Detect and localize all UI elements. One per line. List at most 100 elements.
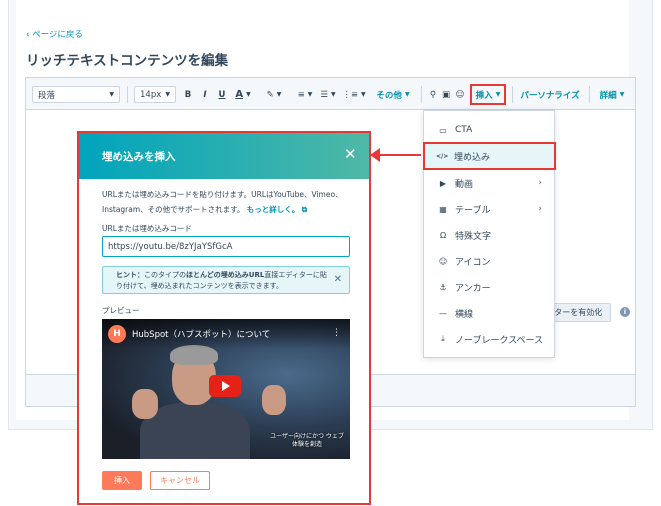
speaker-hand: [262, 385, 286, 415]
chevron-down-icon: ▼: [619, 91, 625, 98]
back-to-page-link[interactable]: ‹ ページに戻る: [26, 28, 83, 40]
chevron-down-icon: ▼: [307, 91, 313, 98]
highlight-button[interactable]: ✎ ▼: [263, 86, 285, 103]
menu-item-horizontal-rule[interactable]: — 横線: [424, 300, 554, 326]
modal-header: 埋め込みを挿入 ✕: [79, 133, 369, 179]
chevron-down-icon: ▼: [165, 91, 170, 98]
modal-title: 埋め込みを挿入: [102, 151, 176, 163]
chevron-down-icon: ▼: [246, 91, 251, 98]
table-icon: ▦: [439, 204, 447, 214]
info-icon[interactable]: i: [620, 307, 630, 317]
embed-icon: </>: [436, 152, 449, 160]
horizontal-rule-icon: —: [439, 308, 447, 318]
menu-item-icon[interactable]: ☺ アイコン: [424, 248, 554, 274]
video-subtitle: ユーザー向けにかつ ウェブ体験を創造: [270, 433, 344, 448]
toolbar-divider: [421, 86, 422, 103]
nbsp-icon: ⤓: [441, 334, 445, 343]
cancel-button[interactable]: キャンセル: [150, 471, 210, 490]
bullet-list-icon: ☰: [320, 89, 328, 100]
font-size-value: 14px: [140, 89, 162, 100]
insert-menu-button[interactable]: 挿入 ▼: [470, 84, 506, 105]
details-label: 詳細: [599, 90, 617, 101]
preview-label: プレビュー: [102, 306, 140, 315]
bullet-list-button[interactable]: ☰ ▼: [317, 86, 339, 103]
emoji-icon: ☺: [438, 256, 448, 266]
chevron-down-icon: ▼: [495, 91, 501, 98]
italic-button[interactable]: I: [198, 86, 212, 103]
page-title: リッチテキストコンテンツを編集: [26, 53, 229, 69]
text-color-button[interactable]: A ▼: [232, 86, 254, 103]
highlight-pen-icon: ✎: [266, 89, 274, 100]
hubspot-logo-icon: H: [108, 325, 126, 343]
hint-text: ヒント：このタイプのほとんどの埋め込みURL直接エディターに貼り付けて、埋め込ま…: [116, 270, 328, 292]
video-preview[interactable]: H HubSpot（ハブスポット）について ⋮ ユーザー向けにかつ ウェブ体験を…: [102, 319, 350, 459]
more-label: その他: [376, 90, 402, 101]
hint-prefix: ヒント：: [116, 271, 144, 279]
underline-button[interactable]: U: [215, 86, 229, 103]
insert-embed-modal: 埋め込みを挿入 ✕ URLまたは埋め込みコードを貼り付けます。URLはYouTu…: [77, 131, 371, 505]
chevron-right-icon: ›: [538, 204, 542, 214]
learn-more-link[interactable]: もっと詳しく。: [247, 205, 300, 214]
menu-item-label: 埋め込み: [454, 152, 491, 163]
paragraph-style-value: 段落: [38, 90, 56, 101]
url-field-label: URLまたは埋め込みコード: [102, 224, 192, 233]
personalize-button[interactable]: パーソナライズ: [518, 86, 582, 103]
chevron-down-icon: ▼: [361, 91, 366, 98]
callout-arrow-head: [370, 148, 380, 162]
video-icon: ▶: [439, 178, 447, 188]
paragraph-style-select[interactable]: 段落 ▼: [32, 86, 120, 103]
kebab-menu-icon[interactable]: ⋮: [332, 328, 341, 338]
link-icon[interactable]: ⚲: [427, 86, 439, 103]
chevron-down-icon: ▼: [109, 91, 114, 98]
callout-arrow-line: [378, 154, 421, 156]
menu-item-label: 動画: [455, 179, 474, 190]
menu-item-video[interactable]: ▶ 動画 ›: [424, 170, 554, 196]
hint-bold: ほとんどの埋め込みURL: [186, 271, 265, 279]
chevron-right-icon: ›: [538, 178, 542, 188]
anchor-icon: ⚓: [439, 282, 447, 292]
chevron-down-icon: ▼: [331, 91, 336, 98]
emoji-icon[interactable]: ☺: [454, 86, 466, 103]
image-icon[interactable]: ▣: [440, 86, 452, 103]
play-icon[interactable]: [209, 375, 241, 397]
toolbar-divider: [512, 86, 513, 103]
numbered-list-button[interactable]: ⋮≡ ▼: [342, 86, 366, 103]
menu-item-label: CTA: [455, 125, 473, 135]
close-icon[interactable]: ✕: [344, 145, 357, 163]
menu-item-cta[interactable]: ▭ CTA: [424, 117, 554, 143]
menu-item-label: 特殊文字: [455, 231, 492, 242]
font-size-select[interactable]: 14px ▼: [134, 86, 176, 103]
modal-description: URLまたは埋め込みコードを貼り付けます。URLはYouTube、Vimeo、I…: [102, 187, 352, 217]
menu-item-label: ノーブレークスペース: [455, 335, 544, 346]
align-button[interactable]: ≡ ▼: [294, 86, 316, 103]
menu-item-non-breaking-space[interactable]: ⤓ ノーブレークスペース: [424, 326, 554, 352]
menu-item-table[interactable]: ▦ テーブル ›: [424, 196, 554, 222]
url-embed-input[interactable]: https://youtu.be/8zYJaYSfGcA: [102, 236, 350, 257]
editor-toolbar: 段落 ▼ 14px ▼ B I U A ▼ ✎ ▼ ≡ ▼ ☰ ▼ ⋮≡ ▼ そ…: [26, 78, 635, 110]
omega-icon: Ω: [439, 230, 447, 240]
menu-item-label: 横線: [455, 309, 474, 320]
cta-icon: ▭: [439, 125, 447, 135]
chevron-down-icon: ▼: [404, 91, 410, 98]
menu-item-special-characters[interactable]: Ω 特殊文字: [424, 222, 554, 248]
numbered-list-icon: ⋮≡: [342, 89, 358, 100]
details-menu-button[interactable]: 詳細 ▼: [595, 86, 629, 103]
insert-label: 挿入: [475, 90, 493, 101]
insert-button[interactable]: 挿入: [102, 471, 142, 490]
bold-button[interactable]: B: [181, 86, 195, 103]
menu-item-anchor[interactable]: ⚓ アンカー: [424, 274, 554, 300]
menu-item-label: テーブル: [455, 205, 491, 216]
align-icon: ≡: [297, 89, 305, 100]
menu-item-label: アンカー: [455, 283, 491, 294]
hint-middle: このタイプの: [144, 271, 186, 279]
video-title[interactable]: HubSpot（ハブスポット）について: [132, 328, 270, 340]
menu-item-embed-highlighted[interactable]: </> 埋め込み: [423, 143, 553, 169]
toolbar-divider: [127, 86, 128, 103]
chevron-down-icon: ▼: [276, 91, 282, 98]
hint-banner: ヒント：このタイプのほとんどの埋め込みURL直接エディターに貼り付けて、埋め込ま…: [102, 266, 350, 294]
menu-item-label: アイコン: [455, 257, 491, 268]
more-menu-button[interactable]: その他 ▼: [370, 86, 416, 103]
close-icon[interactable]: ✕: [334, 274, 342, 285]
external-link-icon: ⧉: [301, 205, 308, 214]
speaker-hand: [132, 389, 158, 419]
